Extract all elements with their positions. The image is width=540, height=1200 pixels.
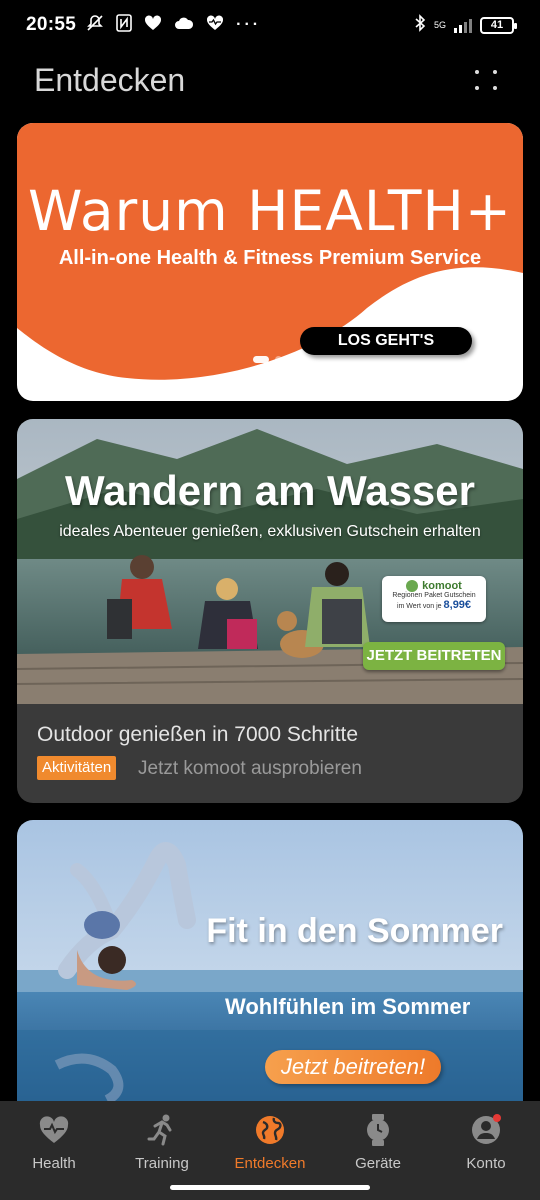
notification-dot [493, 1114, 501, 1122]
page-header: Entdecken [0, 55, 540, 105]
health-heart-icon [144, 14, 162, 36]
more-options-button[interactable] [466, 60, 506, 100]
network-type: 5G [433, 19, 446, 30]
heart-rate-icon [206, 14, 224, 36]
nav-label: Geräte [355, 1155, 401, 1172]
nav-item-health[interactable]: Health [0, 1101, 108, 1200]
notification-icons: ··· [86, 13, 262, 37]
nav-label: Entdecken [234, 1155, 306, 1172]
carousel-dot-active [253, 356, 269, 363]
carousel-dot [275, 356, 282, 363]
lets-go-button[interactable]: LOS GEHT'S [300, 327, 472, 355]
komoot-logo: komoot [382, 580, 486, 592]
komoot-voucher: komoot Regionen Paket Gutschein im Wert … [382, 576, 486, 622]
bluetooth-icon [414, 13, 426, 37]
komoot-icon [406, 580, 419, 592]
home-indicator[interactable] [170, 1185, 370, 1190]
status-bar: 20:55 ··· 5G 41 [0, 0, 540, 50]
more-notifications-icon: ··· [236, 16, 262, 33]
voucher-line1: Regionen Paket Gutschein [392, 592, 476, 599]
nav-label: Konto [466, 1155, 506, 1172]
cloud-icon [174, 16, 194, 35]
globe-icon [253, 1113, 287, 1147]
nav-item-konto[interactable]: Konto [432, 1101, 540, 1200]
join-now-button[interactable]: JETZT BEITRETEN [363, 642, 505, 670]
join-now-button[interactable]: Jetzt beitreten! [265, 1050, 441, 1084]
battery-level: 41 [490, 18, 504, 31]
carousel-indicator [253, 356, 282, 363]
card-heading: Outdoor genießen in 7000 Schritte [37, 723, 359, 746]
nav-label: Health [32, 1155, 76, 1172]
banner-title: Wandern am Wasser [64, 467, 475, 514]
mute-icon [86, 14, 104, 37]
nav-label: Training [135, 1155, 189, 1172]
watch-icon [361, 1113, 395, 1147]
account-icon [469, 1113, 503, 1147]
banner-title: Warum HEALTH+ [28, 179, 512, 243]
banner-subtitle: ideales Abenteuer genießen, exklusiven G… [59, 523, 481, 540]
voucher-price: 8,99€ [443, 599, 472, 611]
activity-tag: Aktivitäten [37, 756, 117, 780]
banner-subtitle: Wohlfühlen im Sommer [225, 994, 471, 1019]
summer-promo-card[interactable]: Fit in den Sommer Wohlfühlen im Sommer J… [17, 820, 523, 1120]
signal-icon [454, 17, 472, 33]
heart-icon [37, 1113, 71, 1147]
voucher-line2: im Wert von je [396, 603, 442, 610]
komoot-brand: komoot [422, 580, 462, 592]
battery-icon: 41 [480, 16, 517, 34]
card-description: Jetzt komoot ausprobieren [138, 758, 362, 779]
banner-title: Fit in den Sommer [206, 912, 503, 950]
runner-icon [145, 1113, 179, 1147]
health-plus-banner[interactable]: Warum HEALTH+ All-in-one Health & Fitnes… [17, 123, 523, 401]
clock: 20:55 [26, 14, 77, 35]
page-title: Entdecken [34, 61, 186, 98]
banner-subtitle: All-in-one Health & Fitness Premium Serv… [58, 247, 482, 269]
hiking-promo-card[interactable]: Wandern am Wasser ideales Abenteuer geni… [17, 419, 523, 803]
nfc-icon [116, 13, 132, 37]
